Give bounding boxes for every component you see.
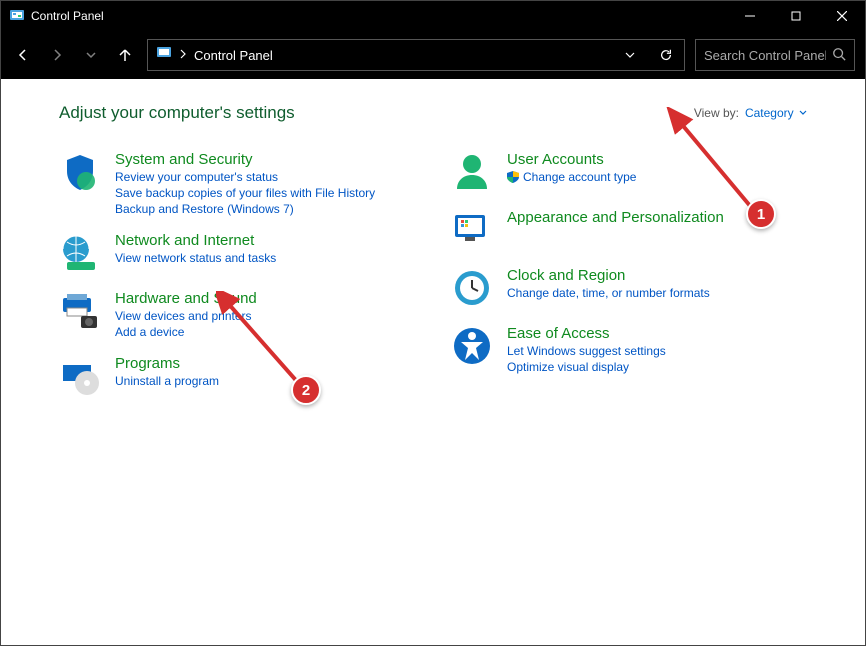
- user-icon: [451, 151, 493, 193]
- category-link[interactable]: Review your computer's status: [115, 170, 375, 184]
- category-title[interactable]: Appearance and Personalization: [507, 209, 724, 226]
- category-link[interactable]: Let Windows suggest settings: [507, 344, 666, 358]
- category-programs: Programs Uninstall a program: [59, 355, 415, 397]
- category-title[interactable]: Hardware and Sound: [115, 290, 257, 307]
- forward-button[interactable]: [45, 43, 69, 67]
- monitor-palette-icon: [451, 209, 493, 251]
- breadcrumb-chevron-icon[interactable]: [178, 46, 188, 64]
- address-bar[interactable]: Control Panel: [147, 39, 685, 71]
- control-panel-app-icon: [9, 8, 25, 24]
- accessibility-icon: [451, 325, 493, 367]
- category-ease-of-access: Ease of Access Let Windows suggest setti…: [451, 325, 807, 374]
- search-box[interactable]: [695, 39, 855, 71]
- breadcrumb[interactable]: Control Panel: [194, 48, 614, 63]
- globe-network-icon: [59, 232, 101, 274]
- category-link[interactable]: Backup and Restore (Windows 7): [115, 202, 375, 216]
- history-dropdown-button[interactable]: [620, 45, 640, 65]
- category-link[interactable]: Change date, time, or number formats: [507, 286, 710, 300]
- category-link[interactable]: Optimize visual display: [507, 360, 666, 374]
- control-panel-path-icon: [156, 45, 172, 66]
- window-controls: [727, 1, 865, 31]
- clock-globe-icon: [451, 267, 493, 309]
- category-network-internet: Network and Internet View network status…: [59, 232, 415, 274]
- category-title[interactable]: Ease of Access: [507, 325, 666, 342]
- category-link[interactable]: View devices and printers: [115, 309, 257, 323]
- left-column: System and Security Review your computer…: [59, 151, 415, 413]
- back-button[interactable]: [11, 43, 35, 67]
- category-link[interactable]: Uninstall a program: [115, 374, 219, 388]
- category-link[interactable]: Add a device: [115, 325, 257, 339]
- close-button[interactable]: [819, 1, 865, 31]
- category-clock-region: Clock and Region Change date, time, or n…: [451, 267, 807, 309]
- category-columns: System and Security Review your computer…: [59, 151, 807, 413]
- category-title[interactable]: Network and Internet: [115, 232, 276, 249]
- category-system-security: System and Security Review your computer…: [59, 151, 415, 216]
- printer-camera-icon: [59, 290, 101, 332]
- page-title: Adjust your computer's settings: [59, 103, 295, 123]
- category-appearance-personalization: Appearance and Personalization: [451, 209, 807, 251]
- search-icon: [832, 47, 846, 64]
- header-row: Adjust your computer's settings View by:…: [59, 103, 807, 123]
- category-hardware-sound: Hardware and Sound View devices and prin…: [59, 290, 415, 339]
- up-button[interactable]: [113, 43, 137, 67]
- viewby-dropdown[interactable]: Category: [745, 106, 807, 120]
- chevron-down-icon: [799, 109, 807, 117]
- programs-cd-icon: [59, 355, 101, 397]
- category-title[interactable]: User Accounts: [507, 151, 636, 168]
- maximize-button[interactable]: [773, 1, 819, 31]
- refresh-button[interactable]: [656, 45, 676, 65]
- titlebar: Control Panel: [1, 1, 865, 31]
- recent-locations-button[interactable]: [79, 43, 103, 67]
- uac-shield-icon: [507, 171, 519, 183]
- category-user-accounts: User Accounts Change account type: [451, 151, 807, 193]
- right-column: User Accounts Change account type Appear…: [451, 151, 807, 413]
- window: Control Panel: [0, 0, 866, 646]
- window-title: Control Panel: [31, 9, 727, 23]
- viewby-value: Category: [745, 106, 794, 120]
- search-input[interactable]: [704, 48, 826, 63]
- category-link[interactable]: Change account type: [507, 170, 636, 184]
- category-title[interactable]: Programs: [115, 355, 219, 372]
- category-link-label: Change account type: [523, 170, 636, 184]
- category-title[interactable]: Clock and Region: [507, 267, 710, 284]
- minimize-button[interactable]: [727, 1, 773, 31]
- category-link[interactable]: Save backup copies of your files with Fi…: [115, 186, 375, 200]
- toolbar: Control Panel: [1, 31, 865, 79]
- viewby-control: View by: Category: [694, 106, 807, 120]
- category-title[interactable]: System and Security: [115, 151, 375, 168]
- viewby-label: View by:: [694, 106, 739, 120]
- shield-icon: [59, 151, 101, 193]
- content: Adjust your computer's settings View by:…: [1, 79, 865, 645]
- category-link[interactable]: View network status and tasks: [115, 251, 276, 265]
